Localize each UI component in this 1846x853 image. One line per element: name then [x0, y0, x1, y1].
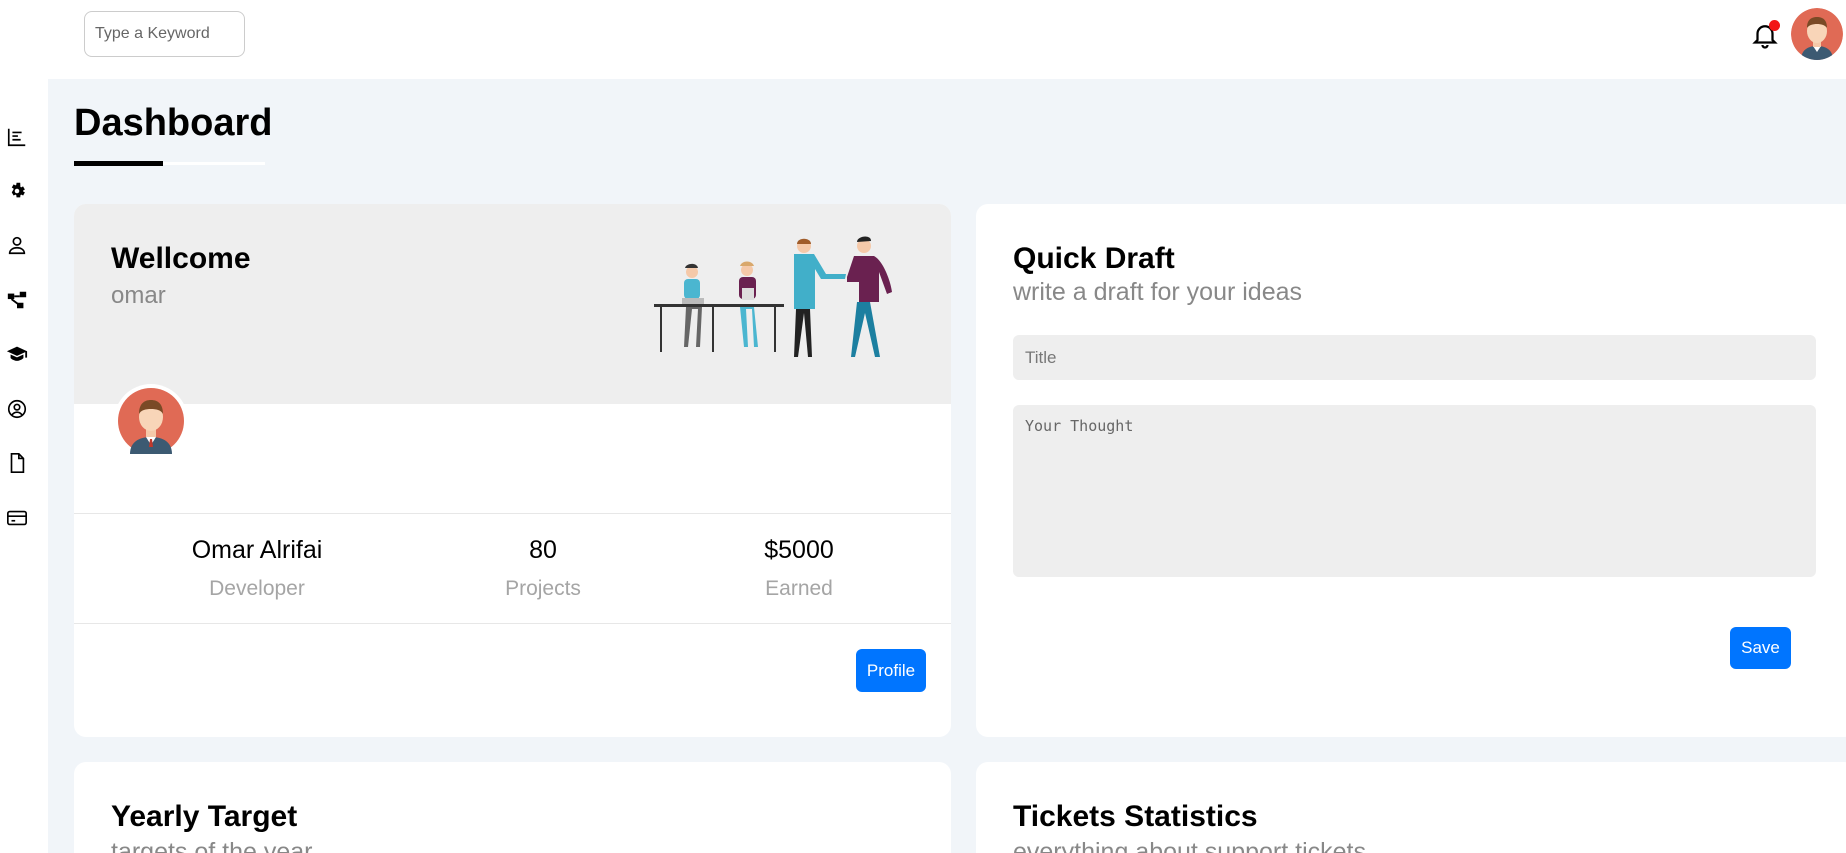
quick-draft-title: Quick Draft	[1013, 242, 1175, 275]
profile-avatar[interactable]	[114, 384, 188, 458]
stat-name: Omar Alrifai Developer	[127, 536, 387, 601]
stat-value: 80	[529, 536, 557, 564]
sidebar	[0, 0, 48, 853]
avatar[interactable]	[1791, 8, 1843, 60]
welcome-card: Wellcome omar Omar Alrifai Developer 80 …	[74, 204, 951, 737]
stat-projects: 80 Projects	[413, 536, 673, 601]
credit-card-icon[interactable]	[4, 505, 30, 531]
save-button[interactable]: Save	[1730, 627, 1791, 669]
team-illustration	[654, 236, 892, 357]
diagram-icon[interactable]	[4, 287, 30, 313]
graduation-cap-icon[interactable]	[4, 341, 30, 367]
tickets-statistics-card: Tickets Statistics everything about supp…	[976, 762, 1846, 853]
stat-value: Omar Alrifai	[191, 536, 323, 564]
stat-earned: $5000 Earned	[669, 536, 929, 601]
chart-icon[interactable]	[4, 124, 30, 150]
draft-thought-textarea[interactable]	[1013, 405, 1816, 577]
page-title: Dashboard	[74, 102, 273, 144]
stat-value: $5000	[764, 536, 834, 564]
user-icon[interactable]	[4, 232, 30, 258]
title-underline	[74, 161, 163, 166]
profile-button[interactable]: Profile	[856, 649, 926, 692]
welcome-username: omar	[111, 282, 166, 309]
stats-bottom-divider	[74, 623, 951, 624]
stats-top-divider	[74, 513, 951, 514]
gear-icon[interactable]	[4, 178, 30, 204]
quick-draft-subtitle: write a draft for your ideas	[1013, 278, 1303, 306]
tickets-statistics-subtitle: everything about support tickets	[1013, 838, 1366, 853]
yearly-target-title: Yearly Target	[111, 800, 298, 833]
search-input[interactable]	[84, 11, 245, 57]
stat-label: Projects	[505, 577, 581, 600]
notification-dot	[1769, 20, 1780, 31]
stat-label: Earned	[765, 577, 833, 600]
quick-draft-card: Quick Draft write a draft for your ideas…	[976, 204, 1846, 737]
welcome-title: Wellcome	[111, 242, 251, 275]
file-icon[interactable]	[4, 450, 30, 476]
stat-label: Developer	[209, 577, 305, 600]
yearly-target-subtitle: targets of the year	[111, 838, 313, 853]
user-circle-icon[interactable]	[4, 396, 30, 422]
tickets-statistics-title: Tickets Statistics	[1013, 800, 1258, 833]
welcome-header: Wellcome omar	[74, 204, 951, 404]
draft-title-input[interactable]	[1013, 335, 1816, 380]
yearly-target-card: Yearly Target targets of the year	[74, 762, 951, 853]
top-bar	[48, 0, 1846, 79]
